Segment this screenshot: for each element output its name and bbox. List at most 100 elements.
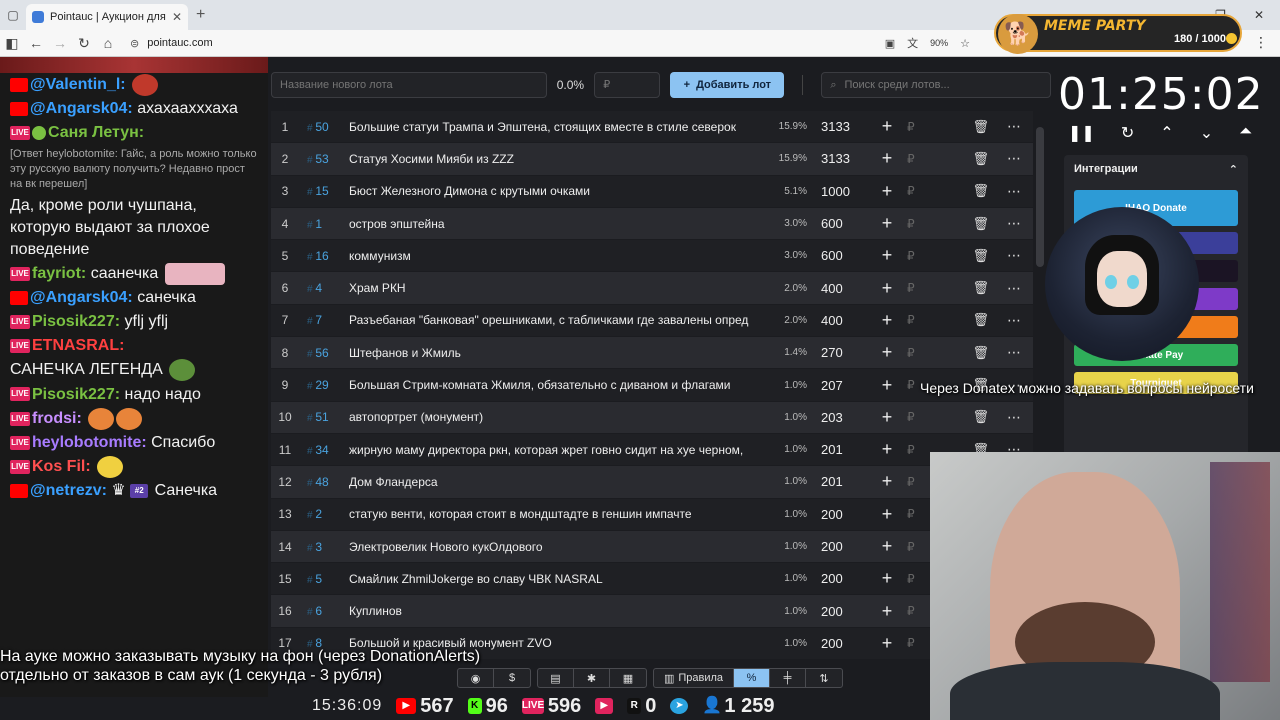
integrations-header[interactable]: Интеграции ⌃	[1064, 155, 1248, 184]
trash-icon[interactable]: 🗑	[933, 248, 989, 264]
lot-amount[interactable]: 400	[807, 281, 867, 296]
add-amount-icon[interactable]: +	[867, 181, 907, 202]
ruble-input[interactable]: ₽	[907, 152, 933, 166]
more-icon[interactable]: ⋯	[989, 280, 1021, 297]
close-window-icon[interactable]: ✕	[1254, 8, 1264, 22]
chevron-up-icon[interactable]: ⌃	[1160, 123, 1173, 143]
trash-icon[interactable]: 🗑	[933, 183, 989, 199]
split-icon[interactable]: ╪	[770, 669, 806, 687]
chevron-down-icon[interactable]: ⌄	[1200, 123, 1213, 143]
lot-name[interactable]: Штефанов и Жмиль	[345, 346, 757, 360]
ruble-input[interactable]: ₽	[907, 346, 933, 360]
browser-tab[interactable]: Pointauc | Аукцион для стрима ✕	[26, 4, 188, 30]
lot-name[interactable]: Куплинов	[345, 604, 757, 618]
lot-amount[interactable]: 201	[807, 474, 867, 489]
github-icon[interactable]: ◉	[458, 669, 494, 687]
archive-icon[interactable]: ▤	[538, 669, 574, 687]
reload-icon[interactable]: ↻	[72, 35, 96, 52]
lot-amount[interactable]: 1000	[807, 184, 867, 199]
url-field[interactable]: ⊜ pointauc.com	[130, 37, 213, 50]
trash-icon[interactable]: 🗑	[933, 151, 989, 167]
lot-amount[interactable]: 200	[807, 604, 867, 619]
site-info-icon[interactable]: ⊜	[130, 37, 139, 50]
add-lot-button[interactable]: + Добавить лот	[670, 72, 785, 98]
add-amount-icon[interactable]: +	[867, 407, 907, 428]
lot-amount[interactable]: 600	[807, 248, 867, 263]
reset-icon[interactable]: ↻	[1121, 123, 1134, 143]
ruble-input[interactable]: ₽	[907, 410, 933, 424]
add-amount-icon[interactable]: +	[867, 116, 907, 137]
lot-name[interactable]: жирную маму директора ркн, которая жрет …	[345, 443, 757, 457]
search-input[interactable]: ⌕ Поиск среди лотов...	[821, 72, 1052, 98]
lot-amount[interactable]: 600	[807, 216, 867, 231]
more-icon[interactable]: ⋯	[989, 215, 1021, 232]
ruble-input[interactable]: ₽	[907, 184, 933, 198]
double-chevron-up-icon[interactable]: ⏶	[1239, 123, 1252, 143]
more-icon[interactable]: ⋯	[989, 344, 1021, 361]
more-icon[interactable]: ⋯	[989, 118, 1021, 135]
ruble-input[interactable]: ₽	[907, 120, 933, 134]
forward-icon[interactable]: →	[48, 35, 72, 51]
tab-actions-icon[interactable]: ▢	[0, 0, 26, 30]
zoom-level[interactable]: 90%	[930, 38, 948, 48]
trash-icon[interactable]: 🗑	[933, 216, 989, 232]
lot-amount[interactable]: 400	[807, 313, 867, 328]
lot-name[interactable]: статую венти, которая стоит в мондштадте…	[345, 507, 757, 521]
sidebar-icon[interactable]: ◧	[0, 35, 24, 52]
lot-name[interactable]: коммунизм	[345, 249, 757, 263]
add-amount-icon[interactable]: +	[867, 375, 907, 396]
lot-name[interactable]: Смайлик ZhmilJokerge во славу ЧВК NASRAL	[345, 572, 757, 586]
add-amount-icon[interactable]: +	[867, 633, 907, 654]
trash-icon[interactable]: 🗑	[933, 409, 989, 425]
lot-amount[interactable]: 200	[807, 539, 867, 554]
lot-name[interactable]: Разъебаная "банковая" орешниками, с табл…	[345, 313, 757, 327]
lot-amount[interactable]: 200	[807, 636, 867, 651]
lot-amount[interactable]: 200	[807, 571, 867, 586]
price-input[interactable]	[594, 72, 661, 98]
add-amount-icon[interactable]: +	[867, 601, 907, 622]
clear-icon[interactable]: ▦	[610, 669, 646, 687]
sort-icon[interactable]: ⇅	[806, 669, 842, 687]
lot-amount[interactable]: 203	[807, 410, 867, 425]
browser-menu-icon[interactable]: ⋮	[1254, 34, 1268, 51]
add-amount-icon[interactable]: +	[867, 471, 907, 492]
add-amount-icon[interactable]: +	[867, 213, 907, 234]
percent-toggle[interactable]: %	[734, 669, 770, 687]
ruble-input[interactable]: ₽	[907, 249, 933, 263]
scrollbar[interactable]	[1036, 127, 1044, 267]
more-icon[interactable]: ⋯	[989, 409, 1021, 426]
translate-icon[interactable]: 文	[907, 35, 918, 51]
lot-amount[interactable]: 200	[807, 507, 867, 522]
lot-name[interactable]: Большая Стрим-комната Жмиля, обязательно…	[345, 378, 757, 392]
add-amount-icon[interactable]: +	[867, 245, 907, 266]
new-tab-icon[interactable]: +	[196, 6, 205, 24]
lot-name[interactable]: Большие статуи Трампа и Эпштена, стоящих…	[345, 120, 757, 134]
add-amount-icon[interactable]: +	[867, 568, 907, 589]
more-icon[interactable]: ⋯	[989, 183, 1021, 200]
pause-icon[interactable]: ❚❚	[1068, 123, 1095, 143]
ruble-input[interactable]: ₽	[907, 313, 933, 327]
more-icon[interactable]: ⋯	[989, 312, 1021, 329]
add-amount-icon[interactable]: +	[867, 278, 907, 299]
lot-name[interactable]: Электровелик Нового кукОлдового	[345, 540, 757, 554]
lot-amount[interactable]: 207	[807, 378, 867, 393]
reader-icon[interactable]: ▣	[885, 37, 895, 50]
lot-amount[interactable]: 3133	[807, 151, 867, 166]
ruble-input[interactable]: ₽	[907, 281, 933, 295]
bookmark-icon[interactable]: ☆	[960, 37, 970, 50]
add-amount-icon[interactable]: +	[867, 342, 907, 363]
more-icon[interactable]: ⋯	[989, 150, 1021, 167]
trash-icon[interactable]: 🗑	[933, 345, 989, 361]
add-amount-icon[interactable]: +	[867, 148, 907, 169]
lot-name[interactable]: Бюст Железного Димона с крутыми очками	[345, 184, 757, 198]
add-amount-icon[interactable]: +	[867, 439, 907, 460]
lot-name[interactable]: остров эпштейна	[345, 217, 757, 231]
add-amount-icon[interactable]: +	[867, 504, 907, 525]
lot-amount[interactable]: 270	[807, 345, 867, 360]
home-icon[interactable]: ⌂	[96, 35, 120, 51]
add-amount-icon[interactable]: +	[867, 310, 907, 331]
rules-button[interactable]: ▥ Правила	[654, 669, 734, 687]
trash-icon[interactable]: 🗑	[933, 280, 989, 296]
add-amount-icon[interactable]: +	[867, 536, 907, 557]
lot-name-input[interactable]	[271, 72, 547, 98]
